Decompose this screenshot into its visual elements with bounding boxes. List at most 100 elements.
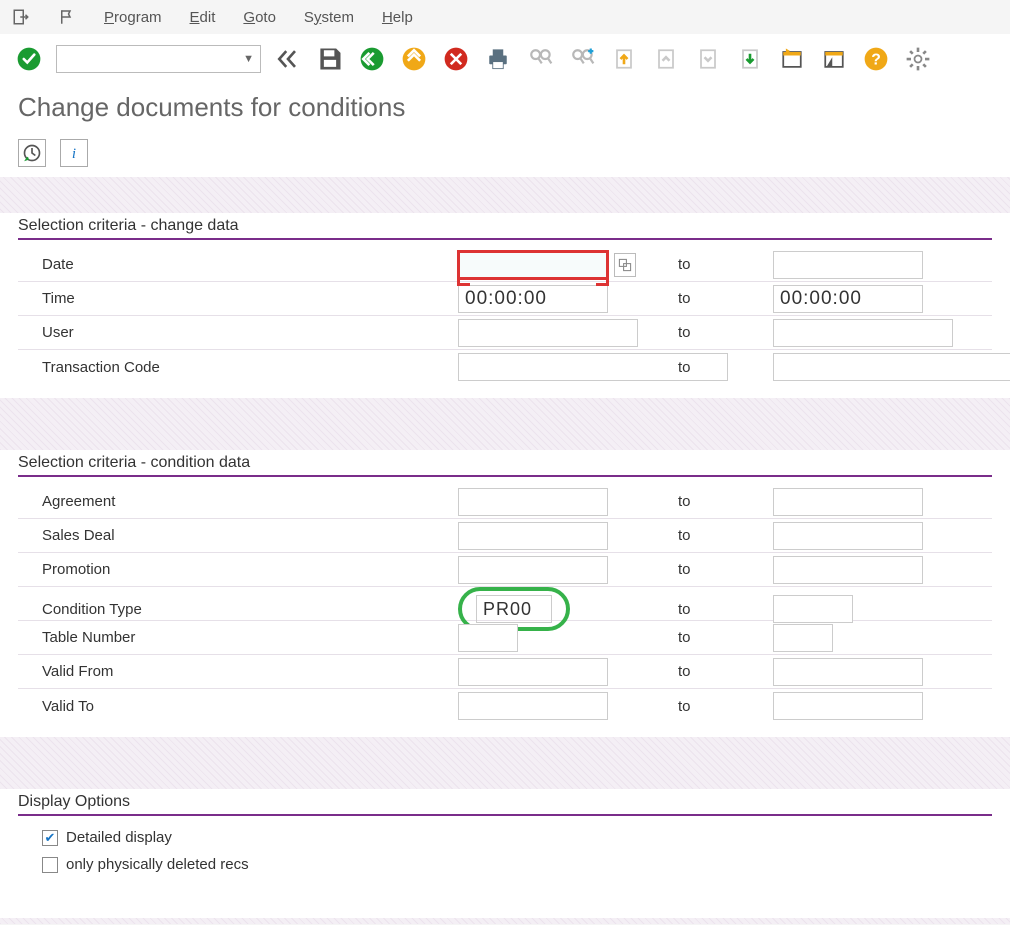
- row-tcode: Transaction Code to: [18, 350, 992, 384]
- salesdeal-from-input[interactable]: [458, 522, 608, 550]
- date-to-input[interactable]: [773, 251, 923, 279]
- cancel-icon[interactable]: [441, 44, 471, 74]
- checkbox-detailed[interactable]: [42, 830, 58, 846]
- validfrom-to-input[interactable]: [773, 658, 923, 686]
- to-label: to: [678, 256, 773, 273]
- row-validfrom: Valid From to: [18, 655, 992, 689]
- checkbox-deleted[interactable]: [42, 857, 58, 873]
- label-promotion: Promotion: [18, 561, 458, 578]
- shortcut-icon[interactable]: [819, 44, 849, 74]
- label-tableno: Table Number: [18, 629, 458, 646]
- section-display-options: Display Options Detailed display only ph…: [0, 789, 1010, 918]
- to-label: to: [678, 698, 773, 715]
- label-condtype: Condition Type: [18, 601, 458, 618]
- flag-icon[interactable]: [58, 8, 76, 26]
- find-icon[interactable]: [525, 44, 555, 74]
- label-detailed: Detailed display: [66, 829, 172, 846]
- svg-text:i: i: [72, 146, 76, 162]
- menu-bar: Program Edit Goto System Help: [0, 0, 1010, 34]
- row-tableno: Table Number to: [18, 621, 992, 655]
- row-agreement: Agreement to: [18, 485, 992, 519]
- agreement-from-input[interactable]: [458, 488, 608, 516]
- application-toolbar: i: [0, 135, 1010, 177]
- tcode-to-input[interactable]: [773, 353, 1010, 381]
- row-salesdeal: Sales Deal to: [18, 519, 992, 553]
- svg-text:?: ?: [871, 51, 881, 68]
- section-condition-data: Selection criteria - condition data Agre…: [0, 450, 1010, 737]
- row-user: User to: [18, 316, 992, 350]
- menu-help[interactable]: Help: [382, 9, 413, 26]
- label-tcode: Transaction Code: [18, 359, 458, 376]
- user-to-input[interactable]: [773, 319, 953, 347]
- condtype-to-input[interactable]: [773, 595, 853, 623]
- to-label: to: [678, 601, 773, 618]
- validto-to-input[interactable]: [773, 692, 923, 720]
- tableno-from-input[interactable]: [458, 624, 518, 652]
- last-page-icon[interactable]: [735, 44, 765, 74]
- menu-edit[interactable]: Edit: [190, 9, 216, 26]
- row-detailed-display: Detailed display: [18, 824, 992, 851]
- print-icon[interactable]: [483, 44, 513, 74]
- back-circle-icon[interactable]: [357, 44, 387, 74]
- menu-program[interactable]: Program: [104, 9, 162, 26]
- date-from-input[interactable]: [458, 250, 608, 280]
- row-condtype: Condition Type PR00 to: [18, 587, 992, 621]
- agreement-to-input[interactable]: [773, 488, 923, 516]
- row-promotion: Promotion to: [18, 553, 992, 587]
- menu-system[interactable]: System: [304, 9, 354, 26]
- back-icon[interactable]: [273, 44, 303, 74]
- f4-help-icon[interactable]: [614, 253, 636, 277]
- time-to-input[interactable]: [773, 285, 923, 313]
- row-validto: Valid To to: [18, 689, 992, 723]
- settings-icon[interactable]: [903, 44, 933, 74]
- enter-icon[interactable]: [14, 44, 44, 74]
- new-session-icon[interactable]: [777, 44, 807, 74]
- to-label: to: [678, 629, 773, 646]
- label-validfrom: Valid From: [18, 663, 458, 680]
- to-label: to: [678, 324, 773, 341]
- promotion-from-input[interactable]: [458, 556, 608, 584]
- help-icon[interactable]: ?: [861, 44, 891, 74]
- label-user: User: [18, 324, 458, 341]
- condtype-from-input[interactable]: PR00: [476, 595, 552, 623]
- execute-icon[interactable]: [18, 139, 46, 167]
- label-salesdeal: Sales Deal: [18, 527, 458, 544]
- menu-goto[interactable]: Goto: [243, 9, 276, 26]
- label-validto: Valid To: [18, 698, 458, 715]
- row-deleted-recs: only physically deleted recs: [18, 851, 992, 878]
- validfrom-from-input[interactable]: [458, 658, 608, 686]
- user-from-input[interactable]: [458, 319, 638, 347]
- section-title-change-data: Selection criteria - change data: [18, 215, 992, 240]
- to-label: to: [678, 290, 773, 307]
- label-time: Time: [18, 290, 458, 307]
- row-date: Date to: [18, 248, 992, 282]
- label-date: Date: [18, 256, 458, 273]
- save-icon[interactable]: [315, 44, 345, 74]
- first-page-icon[interactable]: [609, 44, 639, 74]
- command-field[interactable]: ▼: [56, 45, 261, 73]
- time-from-input[interactable]: [458, 285, 608, 313]
- up-circle-icon[interactable]: [399, 44, 429, 74]
- section-title-display-options: Display Options: [18, 791, 992, 816]
- salesdeal-to-input[interactable]: [773, 522, 923, 550]
- to-label: to: [678, 663, 773, 680]
- prev-page-icon[interactable]: [651, 44, 681, 74]
- exit-icon[interactable]: [12, 8, 30, 26]
- main-canvas: Selection criteria - change data Date to…: [0, 177, 1010, 924]
- page-title: Change documents for conditions: [0, 88, 1010, 135]
- find-next-icon[interactable]: [567, 44, 597, 74]
- validto-from-input[interactable]: [458, 692, 608, 720]
- section-change-data: Selection criteria - change data Date to…: [0, 213, 1010, 398]
- chevron-down-icon: ▼: [243, 53, 254, 65]
- to-label: to: [678, 527, 773, 544]
- next-page-icon[interactable]: [693, 44, 723, 74]
- promotion-to-input[interactable]: [773, 556, 923, 584]
- row-time: Time to: [18, 282, 992, 316]
- tableno-to-input[interactable]: [773, 624, 833, 652]
- label-deleted: only physically deleted recs: [66, 856, 249, 873]
- to-label: to: [678, 359, 773, 376]
- toolbar: ▼ ?: [0, 34, 1010, 88]
- info-icon[interactable]: i: [60, 139, 88, 167]
- section-title-condition-data: Selection criteria - condition data: [18, 452, 992, 477]
- to-label: to: [678, 493, 773, 510]
